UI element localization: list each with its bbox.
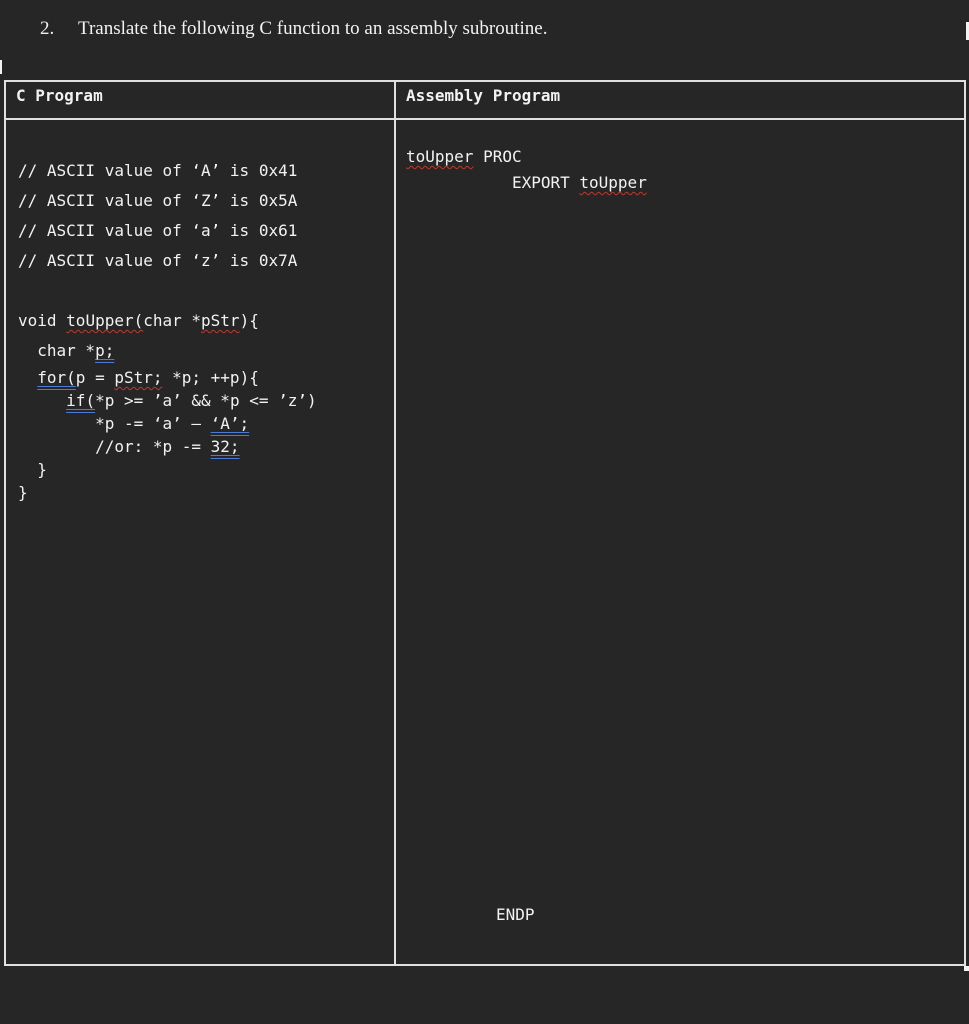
code-line: // ASCII value of ‘Z’ is 0x5A: [18, 191, 298, 210]
asm-program-header: Assembly Program: [406, 86, 561, 105]
code-token: char *: [143, 311, 202, 330]
code-token-grammar: if(: [66, 391, 96, 410]
code-token: *p >= ’a’ && *p <= ’z’): [95, 391, 317, 410]
code-line: // ASCII value of ‘A’ is 0x41: [18, 161, 298, 180]
asm-program-cell[interactable]: toUpper PROC EXPORT toUpper ENDP: [394, 118, 966, 966]
asm-line-export: EXPORT toUpper: [406, 170, 647, 196]
code-line-for: for(p = pStr; *p; ++p){: [18, 366, 394, 389]
code-token-spellcheck: toUpper: [579, 173, 647, 192]
c-program-header-cell: C Program: [4, 80, 396, 120]
code-token: EXPORT: [406, 173, 580, 192]
code-token-spellcheck: toUpper: [406, 147, 474, 166]
text-cursor-left: [0, 60, 2, 74]
asm-line-endp: ENDP: [496, 905, 535, 924]
code-token: //or: *p -=: [95, 437, 211, 456]
table-resize-handle[interactable]: [964, 966, 969, 971]
code-line: // ASCII value of ‘a’ is 0x61: [18, 221, 298, 240]
code-line: // ASCII value of ‘z’ is 0x7A: [18, 251, 298, 270]
c-program-header: C Program: [16, 86, 103, 105]
code-token-grammar: 32;: [210, 437, 240, 456]
code-token: void: [18, 311, 67, 330]
code-token: *p; ++p){: [162, 368, 259, 387]
code-line: }: [18, 483, 28, 502]
code-token: ){: [239, 311, 259, 330]
code-token-spellcheck: toUpper(: [66, 311, 144, 330]
code-table: C Program Assembly Program // ASCII valu…: [4, 80, 966, 966]
code-token-grammar: ‘A’;: [210, 414, 250, 433]
code-token: p =: [75, 368, 115, 387]
code-line-or: //or: *p -= 32;: [18, 435, 394, 458]
code-line-sub: *p -= ‘a’ – ‘A’;: [18, 412, 394, 435]
question-text: Translate the following C function to an…: [78, 18, 548, 39]
c-program-cell[interactable]: // ASCII value of ‘A’ is 0x41 // ASCII v…: [4, 118, 396, 966]
code-token: char *: [18, 341, 96, 360]
code-line-decl: char *p;: [18, 336, 394, 366]
question-number: 2.: [40, 18, 55, 39]
asm-line-proc: toUpper PROC: [406, 144, 647, 170]
question-heading: 2. Translate the following C function to …: [40, 18, 548, 40]
code-token-grammar: p;: [95, 341, 115, 360]
code-token-spellcheck: pStr: [201, 311, 240, 330]
code-line: }: [18, 460, 47, 479]
code-token: *p -= ‘a’ –: [95, 414, 211, 433]
asm-code-block[interactable]: toUpper PROC EXPORT toUpper ENDP: [396, 120, 964, 964]
code-line-signature: void toUpper(char *pStr){: [18, 306, 394, 336]
code-token: PROC: [473, 147, 522, 166]
c-code-block[interactable]: // ASCII value of ‘A’ is 0x41 // ASCII v…: [6, 120, 394, 504]
code-token-spellcheck: pStr;: [114, 368, 163, 387]
asm-program-header-cell: Assembly Program: [394, 80, 966, 120]
code-line-if: if(*p >= ’a’ && *p <= ’z’): [18, 389, 394, 412]
code-token-grammar: for(: [37, 368, 76, 387]
